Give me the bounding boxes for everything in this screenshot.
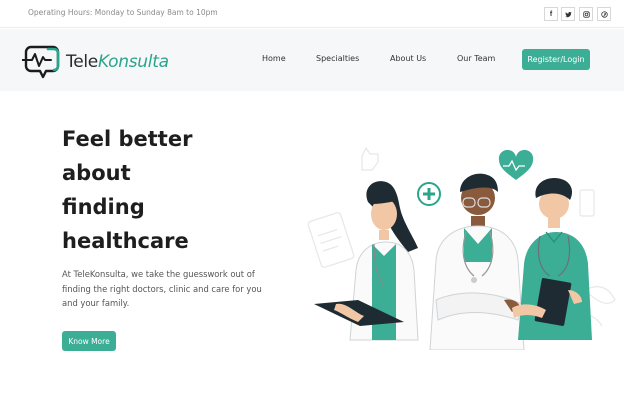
nav-specialties[interactable]: Specialties [316, 54, 359, 63]
nav-our-team[interactable]: Our Team [457, 54, 495, 63]
know-more-button[interactable]: Know More [62, 331, 116, 351]
hero-title-line: Feel better [62, 127, 193, 151]
twitter-icon[interactable] [561, 7, 575, 21]
brand-logo[interactable]: TeleKonsulta [21, 43, 169, 81]
hero-title-line: about [62, 161, 131, 185]
hero-title: Feel better about finding healthcare [62, 122, 262, 258]
register-login-button[interactable]: Register/Login [522, 49, 590, 70]
hero-title-line: finding [62, 195, 145, 219]
hero-title-line: healthcare [62, 229, 189, 253]
three-healthcare-workers-illustration [300, 140, 624, 351]
instagram-icon[interactable] [579, 7, 593, 21]
heartbeat-chat-icon [21, 43, 64, 81]
top-bar: Operating Hours: Monday to Sunday 8am to… [0, 0, 624, 28]
operating-hours: Operating Hours: Monday to Sunday 8am to… [28, 8, 218, 17]
brand-name: TeleKonsulta [66, 52, 169, 72]
nav-about-us[interactable]: About Us [390, 54, 426, 63]
nav-home[interactable]: Home [262, 54, 286, 63]
hero-description: At TeleKonsulta, we take the guesswork o… [62, 269, 262, 308]
facebook-icon[interactable]: f [544, 7, 558, 21]
pinterest-icon[interactable] [597, 7, 611, 21]
